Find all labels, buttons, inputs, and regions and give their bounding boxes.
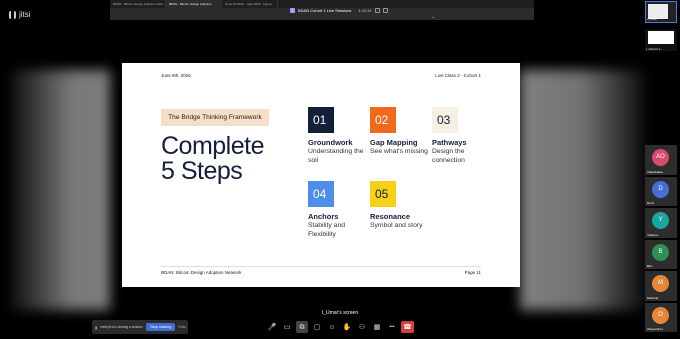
participants-button[interactable]: ⚇ xyxy=(356,321,368,333)
participant-tile[interactable]: Y Yellance xyxy=(645,208,677,238)
avatar: O xyxy=(652,306,669,324)
tile-view-button[interactable]: ▦ xyxy=(371,321,383,333)
self-view-label: t_Umar xyxy=(647,17,657,21)
chevron-down-icon[interactable]: ⌄ xyxy=(431,14,435,20)
participant-name: Okwuchinel xyxy=(647,327,663,331)
hide-notice-button[interactable]: Hide xyxy=(178,325,186,329)
chat-button[interactable]: ▢ xyxy=(311,321,323,333)
share-bar-timer: 1:10:31 xyxy=(358,8,372,13)
headline-line: Complete xyxy=(161,132,265,160)
screen-share-thumbnail-preview xyxy=(648,31,674,44)
browser-tab-bar: BDAN - Bitcoin Design Adoption Netw BDAN… xyxy=(110,0,534,8)
raise-hand-button[interactable]: ✋ xyxy=(341,321,353,333)
browser-tab-active[interactable]: BDAN - Bitcoin Design Adoption xyxy=(166,0,222,8)
meeting-window: jitsi BDAN - Bitcoin Design Adoption Net… xyxy=(0,0,680,339)
camera-button[interactable]: ▭ xyxy=(281,321,293,333)
avatar: AO xyxy=(652,149,669,166)
screenshare-icon: ⧉ xyxy=(299,323,305,331)
share-bar-expand-icon[interactable] xyxy=(382,8,388,13)
participant-list: AO Adejobalaw... D Dami Y Yellance B Ben… xyxy=(645,145,677,334)
jitsi-logo-icon xyxy=(9,10,16,19)
share-bar-pin-icon[interactable] xyxy=(374,8,380,13)
step-title: Gap Mapping xyxy=(370,138,418,147)
participant-name: Ben xyxy=(647,264,653,268)
sharing-info-icon: ▮ xyxy=(95,324,98,330)
blurred-background-left xyxy=(10,70,110,310)
tile-view-icon: ▦ xyxy=(373,323,381,331)
reactions-button[interactable]: ☺ xyxy=(326,321,338,333)
shared-browser-window: BDAN - Bitcoin Design Adoption Netw BDAN… xyxy=(110,0,534,20)
browser-tab[interactable]: Umar Portfolio - Sept 2025 - Figma xyxy=(222,0,278,8)
step-number: 02 xyxy=(370,107,396,133)
slide-headline: Complete 5 Steps xyxy=(161,132,265,185)
step-card: 04 Anchors Stability and Flexibility xyxy=(308,181,378,239)
hangup-icon: ☎ xyxy=(403,323,412,331)
step-description: Stability and Flexibility xyxy=(308,222,346,238)
participant-tile[interactable]: M Meshval xyxy=(645,271,677,301)
screen-owner-label: t_Umar's screen xyxy=(321,310,359,316)
meeting-toolbar: 🎤 ▭ ⧉ ▢ ☺ ✋ ⚇ ▦ ••• ☎ xyxy=(266,319,414,335)
avatar: Y xyxy=(652,212,669,229)
presentation-slide: June 9th, 2026 Live Class 2 - Cohort 1 T… xyxy=(122,63,520,287)
step-card: 03 Pathways Design the connection xyxy=(432,107,502,165)
avatar: M xyxy=(652,275,669,292)
participant-tile[interactable]: B Ben xyxy=(645,239,677,269)
jitsi-logo-text: jitsi xyxy=(19,10,31,19)
slide-divider xyxy=(161,266,481,267)
step-card: 01 Groundwork Understanding the soil xyxy=(308,107,378,165)
hangup-button[interactable]: ☎ xyxy=(401,321,414,333)
microphone-button[interactable]: 🎤 xyxy=(266,321,278,333)
step-description: See what's missing xyxy=(370,148,428,155)
participants-icon: ⚇ xyxy=(358,323,366,331)
blurred-background-right xyxy=(520,70,645,310)
avatar: B xyxy=(652,243,669,261)
sharing-notice-text: meet.jit.si is sharing a window. xyxy=(100,325,144,329)
step-title: Groundwork xyxy=(308,138,353,147)
participant-name: Adejobalaw... xyxy=(647,169,665,174)
participant-name: Yellance xyxy=(647,232,659,237)
step-description: Design the connection xyxy=(432,148,465,164)
stop-sharing-button[interactable]: Stop sharing xyxy=(146,323,176,331)
participant-name: Dami xyxy=(647,201,655,205)
participant-name: Meshval xyxy=(647,295,659,300)
step-number: 01 xyxy=(308,107,334,133)
slide-date: June 9th, 2026 xyxy=(161,73,191,78)
avatar: D xyxy=(652,180,669,198)
step-number: 03 xyxy=(432,107,458,133)
self-view-tile[interactable]: t_Umar xyxy=(645,1,677,23)
screen-share-bar: BDAN Cohort 1 Live Sessions 1:10:31 xyxy=(290,8,388,13)
step-title: Resonance xyxy=(370,212,411,221)
screenshare-button[interactable]: ⧉ xyxy=(296,321,308,333)
screen-share-thumbnail-label: t_Umar's s... xyxy=(646,47,663,51)
slide-class: Live Class 2 - Cohort 1 xyxy=(435,73,481,78)
reactions-icon: ☺ xyxy=(328,323,336,331)
slide-subtitle: The Bridge Thinking Framework xyxy=(161,109,269,126)
screen-share-thumbnail[interactable]: t_Umar's s... xyxy=(645,29,677,51)
jitsi-logo[interactable]: jitsi xyxy=(9,10,31,19)
step-card: 02 Gap Mapping See what's missing xyxy=(370,107,440,156)
sharing-notice: ▮ meet.jit.si is sharing a window. Stop … xyxy=(92,320,188,334)
step-description: Symbol and story xyxy=(370,222,423,229)
participant-tile[interactable]: O Okwuchinel xyxy=(645,302,677,332)
participant-tile[interactable]: AO Adejobalaw... xyxy=(645,145,677,175)
more-actions-button[interactable]: ••• xyxy=(386,321,398,333)
step-number: 05 xyxy=(370,181,396,207)
camera-icon: ▭ xyxy=(283,323,291,331)
microphone-icon: 🎤 xyxy=(267,323,277,331)
step-card: 05 Resonance Symbol and story xyxy=(370,181,440,230)
share-bar-title: BDAN Cohort 1 Live Sessions xyxy=(298,8,352,13)
more-icon: ••• xyxy=(389,323,395,330)
step-description: Understanding the soil xyxy=(308,148,364,164)
share-indicator-icon xyxy=(290,8,295,13)
headline-line: 5 Steps xyxy=(161,157,243,185)
step-title: Anchors xyxy=(308,212,339,221)
step-number: 04 xyxy=(308,181,334,207)
slide-page-number: Page 11 xyxy=(464,270,481,275)
participant-tile[interactable]: D Dami xyxy=(645,176,677,206)
browser-tab[interactable]: BDAN - Bitcoin Design Adoption Netw xyxy=(110,0,166,8)
raise-hand-icon: ✋ xyxy=(342,323,352,331)
step-title: Pathways xyxy=(432,138,467,147)
slide-footer-org: BDAN: Bitcoin Design Adoption Network xyxy=(161,270,242,275)
chat-icon: ▢ xyxy=(313,323,321,331)
